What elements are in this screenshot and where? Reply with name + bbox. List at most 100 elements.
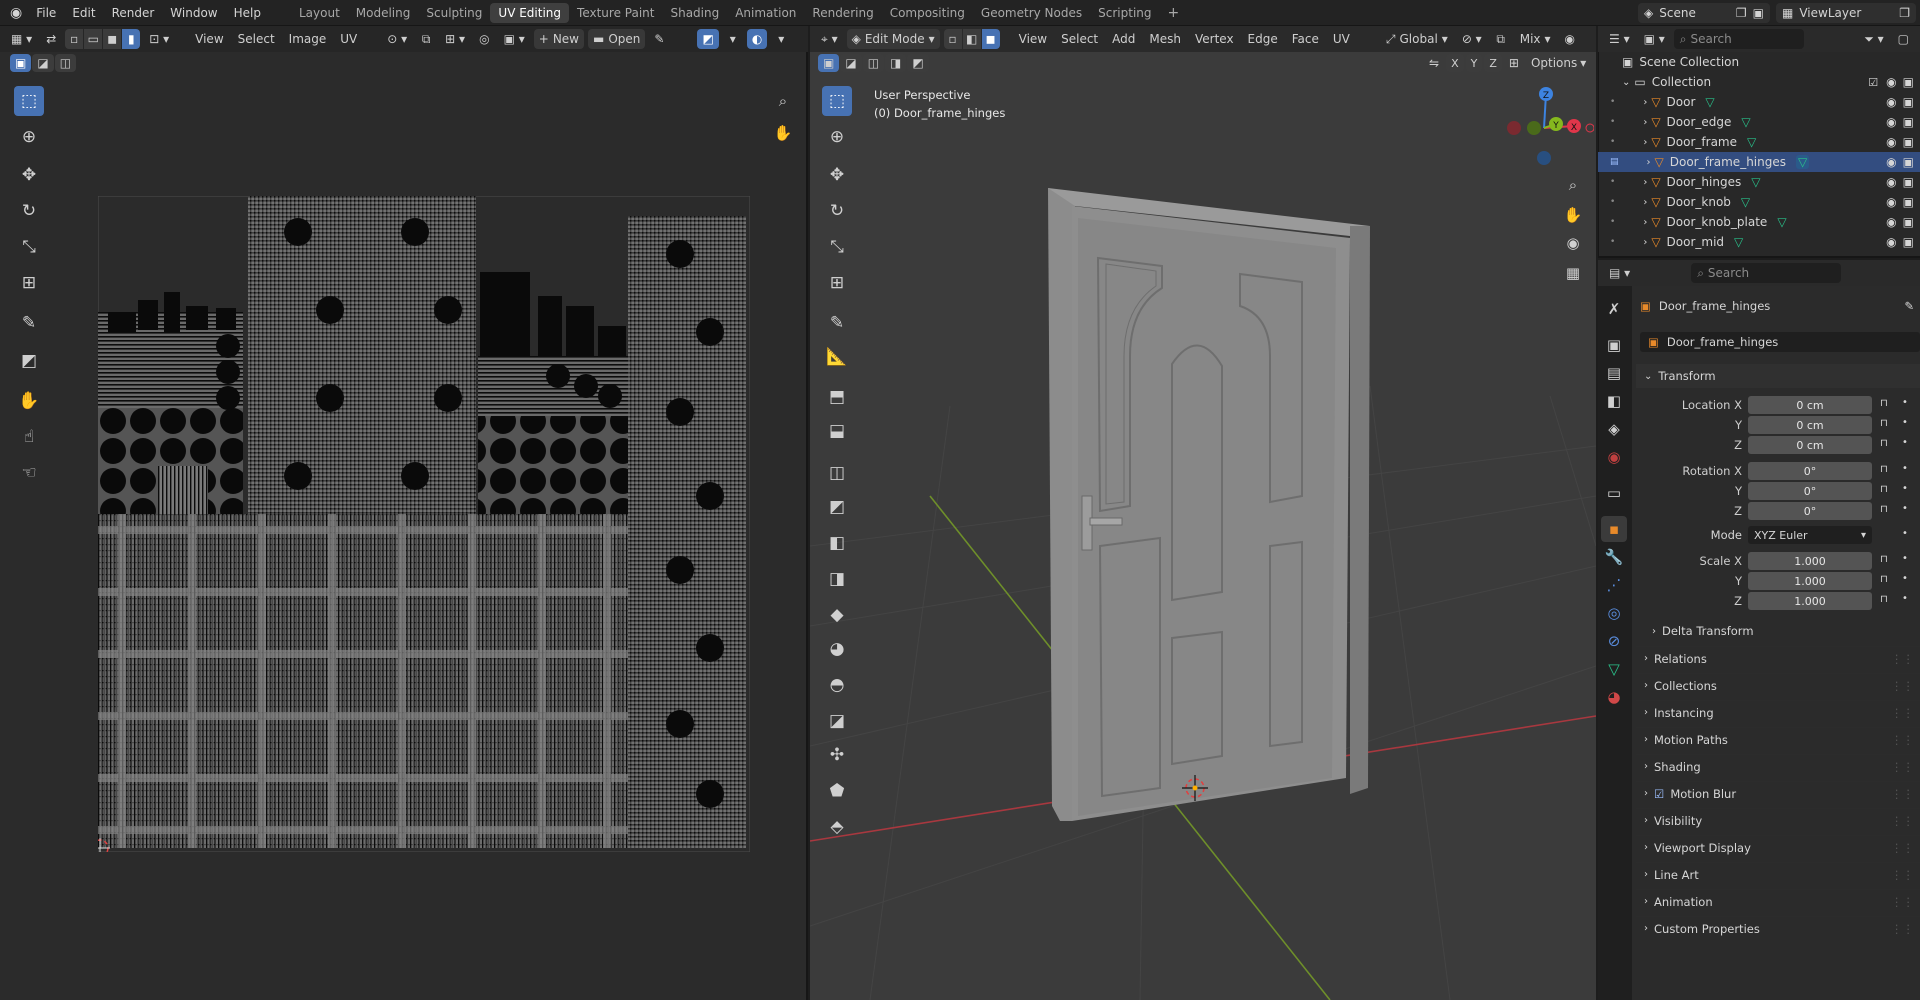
rip-region-tool-icon[interactable]: ⬘: [822, 812, 852, 842]
keyframe-dot-icon[interactable]: •: [1902, 593, 1908, 604]
mesh-data-icon[interactable]: ▽: [1747, 135, 1756, 149]
uv-display-icon[interactable]: ◩: [697, 29, 719, 49]
drag-handle-icon[interactable]: ⋮⋮: [1891, 787, 1914, 801]
view-layer-tab-icon[interactable]: ◧: [1601, 388, 1627, 414]
render-camera-icon[interactable]: ▣: [1903, 95, 1914, 109]
edge-select-icon[interactable]: ▭: [84, 29, 103, 49]
menu-edit[interactable]: Edit: [64, 0, 103, 26]
proportional-edit-icon[interactable]: ◎: [474, 29, 494, 49]
vp-pan-icon[interactable]: ✋: [1560, 202, 1586, 228]
snapping-icon[interactable]: ⧉: [1491, 29, 1511, 49]
vp-select-extend-icon[interactable]: ◪: [840, 54, 862, 72]
scene-collection-row[interactable]: ▣ Scene Collection: [1598, 52, 1920, 72]
uv-menu-select[interactable]: Select: [233, 29, 280, 49]
rotation-field-x[interactable]: 0°: [1748, 462, 1872, 480]
panel-line-art[interactable]: › Line Art ⋮⋮: [1636, 862, 1920, 886]
visibility-eye-icon[interactable]: ◉: [1886, 115, 1896, 129]
material-tab-icon[interactable]: ◕: [1601, 684, 1627, 710]
mesh-data-icon[interactable]: ▽: [1796, 155, 1810, 169]
render-camera-icon[interactable]: ▣: [1903, 115, 1914, 129]
transform-tool-icon[interactable]: ⊞: [14, 268, 44, 298]
render-tab-icon[interactable]: ▣: [1601, 332, 1627, 358]
render-camera-icon[interactable]: ▣: [1903, 215, 1914, 229]
new-scene-icon[interactable]: ❐: [1736, 6, 1747, 20]
lock-icon[interactable]: ⊓: [1880, 484, 1888, 495]
vp-cursor-tool-icon[interactable]: ⊕: [822, 122, 852, 152]
vp-scale-tool-icon[interactable]: ⤡: [822, 232, 852, 262]
expand-chevron-icon[interactable]: ›: [1643, 197, 1647, 208]
rotation-mode-select[interactable]: XYZ Euler ▾: [1748, 526, 1872, 544]
uv-layout-canvas[interactable]: [98, 196, 750, 852]
vp-menu-face[interactable]: Face: [1287, 29, 1324, 49]
pinch-tool-icon[interactable]: ☜: [14, 458, 44, 488]
vp-zoom-icon[interactable]: ⌕: [1560, 172, 1586, 198]
viewlayer-selector[interactable]: ▦ ViewLayer ❐: [1776, 2, 1916, 23]
shear-tool-icon[interactable]: ⬟: [822, 776, 852, 806]
output-tab-icon[interactable]: ▤: [1601, 360, 1627, 386]
zoom-view-icon[interactable]: ⌕: [768, 86, 798, 116]
vp-menu-edge[interactable]: Edge: [1243, 29, 1283, 49]
visibility-eye-icon[interactable]: ◉: [1886, 135, 1896, 149]
vp-menu-uv[interactable]: UV: [1328, 29, 1355, 49]
outliner-item-door-knob[interactable]: • › ▽ Door_knob ▽ ◉ ▣: [1598, 192, 1920, 212]
scale-field-x[interactable]: 1.000: [1748, 552, 1872, 570]
sticky-select-icon[interactable]: ⊡ ▾: [144, 29, 174, 49]
uv-menu-image[interactable]: Image: [284, 29, 332, 49]
tab-texture-paint[interactable]: Texture Paint: [569, 3, 662, 23]
drag-handle-icon[interactable]: ⋮⋮: [1891, 895, 1914, 909]
lock-icon[interactable]: ⊓: [1880, 504, 1888, 515]
lock-icon[interactable]: ⊓: [1880, 438, 1888, 449]
editor-type-icon[interactable]: ▦ ▾: [6, 29, 37, 49]
tab-modeling[interactable]: Modeling: [348, 3, 419, 23]
keyframe-dot-icon[interactable]: •: [1902, 553, 1908, 564]
proportional-falloff-icon[interactable]: ◉: [1560, 29, 1580, 49]
location-field-y[interactable]: 0 cm: [1748, 416, 1872, 434]
panel-visibility[interactable]: › Visibility ⋮⋮: [1636, 808, 1920, 832]
keyframe-dot-icon[interactable]: •: [1902, 397, 1908, 408]
visibility-eye-icon[interactable]: ◉: [1886, 235, 1896, 249]
select-subtract-icon[interactable]: ◫: [54, 54, 77, 72]
tab-layout[interactable]: Layout: [291, 3, 348, 23]
tab-geometry-nodes[interactable]: Geometry Nodes: [973, 3, 1090, 23]
physics-tab-icon[interactable]: ◎: [1601, 600, 1627, 626]
inset-tool-icon[interactable]: ◫: [822, 458, 852, 488]
menu-render[interactable]: Render: [104, 0, 163, 26]
properties-editor-type-icon[interactable]: ▤ ▾: [1604, 263, 1635, 283]
drag-handle-icon[interactable]: ⋮⋮: [1891, 814, 1914, 828]
face-select-icon[interactable]: ◼: [103, 29, 122, 49]
scale-field-z[interactable]: 1.000: [1748, 592, 1872, 610]
render-camera-icon[interactable]: ▣: [1903, 155, 1914, 169]
open-image-button[interactable]: ▬ Open: [588, 29, 646, 49]
tab-sculpting[interactable]: Sculpting: [418, 3, 490, 23]
outliner-item-door-knob-plate[interactable]: • › ▽ Door_knob_plate ▽ ◉ ▣: [1598, 212, 1920, 232]
shrink-fatten-tool-icon[interactable]: ✣: [822, 740, 852, 770]
face-mode-icon[interactable]: ◼: [981, 29, 1000, 49]
filter-icon[interactable]: ⏷ ▾: [1859, 29, 1888, 49]
mesh-data-icon[interactable]: ▽: [1741, 195, 1750, 209]
keyframe-dot-icon[interactable]: •: [1902, 437, 1908, 448]
extrude-tool-icon[interactable]: ⬓: [822, 416, 852, 446]
mesh-data-icon[interactable]: ▽: [1751, 175, 1760, 189]
spin-tool-icon[interactable]: ◕: [822, 634, 852, 664]
lock-icon[interactable]: ⊓: [1880, 594, 1888, 605]
lock-icon[interactable]: ⊓: [1880, 398, 1888, 409]
lock-icon[interactable]: ⊓: [1880, 574, 1888, 585]
drag-handle-icon[interactable]: ⋮⋮: [1891, 679, 1914, 693]
collection-checkbox-icon[interactable]: ☑: [1868, 76, 1878, 89]
uv-menu-view[interactable]: View: [190, 29, 228, 49]
render-camera-icon[interactable]: ▣: [1903, 175, 1914, 189]
cursor-tool-icon[interactable]: ⊕: [14, 122, 44, 152]
drag-handle-icon[interactable]: ⋮⋮: [1891, 706, 1914, 720]
outliner-item-door-edge[interactable]: • › ▽ Door_edge ▽ ◉ ▣: [1598, 112, 1920, 132]
visibility-eye-icon[interactable]: ◉: [1886, 195, 1896, 209]
outliner-item-door-hinges[interactable]: • › ▽ Door_hinges ▽ ◉ ▣: [1598, 172, 1920, 192]
vp-select-subtract-icon[interactable]: ◫: [862, 54, 885, 72]
expand-chevron-icon[interactable]: ›: [1643, 97, 1647, 108]
expand-chevron-icon[interactable]: ›: [1647, 157, 1651, 168]
tab-compositing[interactable]: Compositing: [882, 3, 973, 23]
rotation-field-z[interactable]: 0°: [1748, 502, 1872, 520]
expand-chevron-icon[interactable]: ›: [1643, 237, 1647, 248]
pin-icon[interactable]: ✎: [1904, 299, 1914, 313]
panel-custom-properties[interactable]: › Custom Properties ⋮⋮: [1636, 916, 1920, 940]
vp-camera-icon[interactable]: ◉: [1560, 230, 1586, 256]
